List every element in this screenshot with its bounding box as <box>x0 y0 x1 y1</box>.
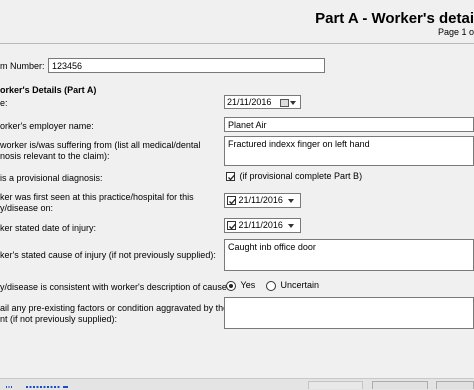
injury-date-value: 21/11/2016 <box>238 220 283 230</box>
dropdown-arrow-icon[interactable] <box>288 223 295 228</box>
back-button[interactable] <box>308 381 363 389</box>
first-seen-label-line1: ker was first seen at this practice/hosp… <box>0 192 194 202</box>
cause-textarea[interactable]: Caught inb office door <box>224 239 474 271</box>
first-seen-date-value: 21/11/2016 <box>238 195 283 205</box>
first-seen-checkbox[interactable] <box>227 196 236 206</box>
consistent-label: y/disease is consistent with worker's de… <box>0 282 230 292</box>
provisional-checkbox-label: (if provisional complete Part B) <box>239 171 363 181</box>
injury-date-picker[interactable]: 21/11/2016 <box>224 218 301 233</box>
finish-button[interactable] <box>436 381 474 389</box>
section-title: orker's Details (Part A) <box>0 85 97 95</box>
date-value: 21/11/2016 <box>227 97 272 107</box>
checkmark-icon <box>229 198 236 205</box>
footer-link-underline[interactable] <box>0 384 70 389</box>
page-title: Part A - Worker's detai <box>315 10 474 27</box>
injury-date-label: ker stated date of injury: <box>0 223 97 233</box>
claim-number-label: m Number: <box>0 61 45 71</box>
date-picker[interactable]: 21/11/2016 <box>224 95 301 109</box>
dropdown-arrow-icon[interactable] <box>288 198 295 203</box>
provisional-option[interactable]: (if provisional complete Part B) <box>226 171 363 182</box>
consistent-uncertain-option[interactable]: Uncertain <box>266 280 319 291</box>
next-button[interactable] <box>372 381 428 389</box>
condition-label-line1: worker is/was suffering from (list all m… <box>0 140 201 150</box>
condition-label-line2: nosis relevant to the claim): <box>0 151 110 161</box>
preexisting-textarea[interactable] <box>224 297 474 329</box>
first-seen-date-picker[interactable]: 21/11/2016 <box>224 193 301 208</box>
consistent-yes-radio[interactable] <box>226 280 236 291</box>
preexisting-label-line2: nt (if not previously supplied): <box>0 314 118 324</box>
date-label: e: <box>0 98 8 108</box>
employer-label: orker's employer name: <box>0 121 94 131</box>
first-seen-label-line2: y/disease on: <box>0 203 54 213</box>
cause-label: ker's stated cause of injury (if not pre… <box>0 250 216 260</box>
calendar-icon[interactable] <box>279 98 289 107</box>
preexisting-label-line1: ail any pre-existing factors or conditio… <box>0 303 229 313</box>
checkmark-icon <box>229 223 236 230</box>
employer-input[interactable]: Planet Air <box>224 117 474 132</box>
header-divider <box>0 43 474 44</box>
consistent-uncertain-label: Uncertain <box>280 280 320 290</box>
checkmark-icon <box>228 174 235 181</box>
provisional-label: is a provisional diagnosis: <box>0 173 103 183</box>
condition-textarea[interactable]: Fractured indexx finger on left hand <box>224 136 474 166</box>
page-number: Page 1 o <box>437 27 474 37</box>
provisional-checkbox[interactable] <box>226 172 235 182</box>
consistent-yes-label: Yes <box>240 280 256 290</box>
consistent-yes-option[interactable]: Yes <box>226 280 255 291</box>
claim-number-input[interactable]: 123456 <box>48 58 325 73</box>
injury-date-checkbox[interactable] <box>227 221 236 231</box>
dropdown-arrow-icon[interactable] <box>289 100 296 105</box>
consistent-uncertain-radio[interactable] <box>266 280 276 291</box>
